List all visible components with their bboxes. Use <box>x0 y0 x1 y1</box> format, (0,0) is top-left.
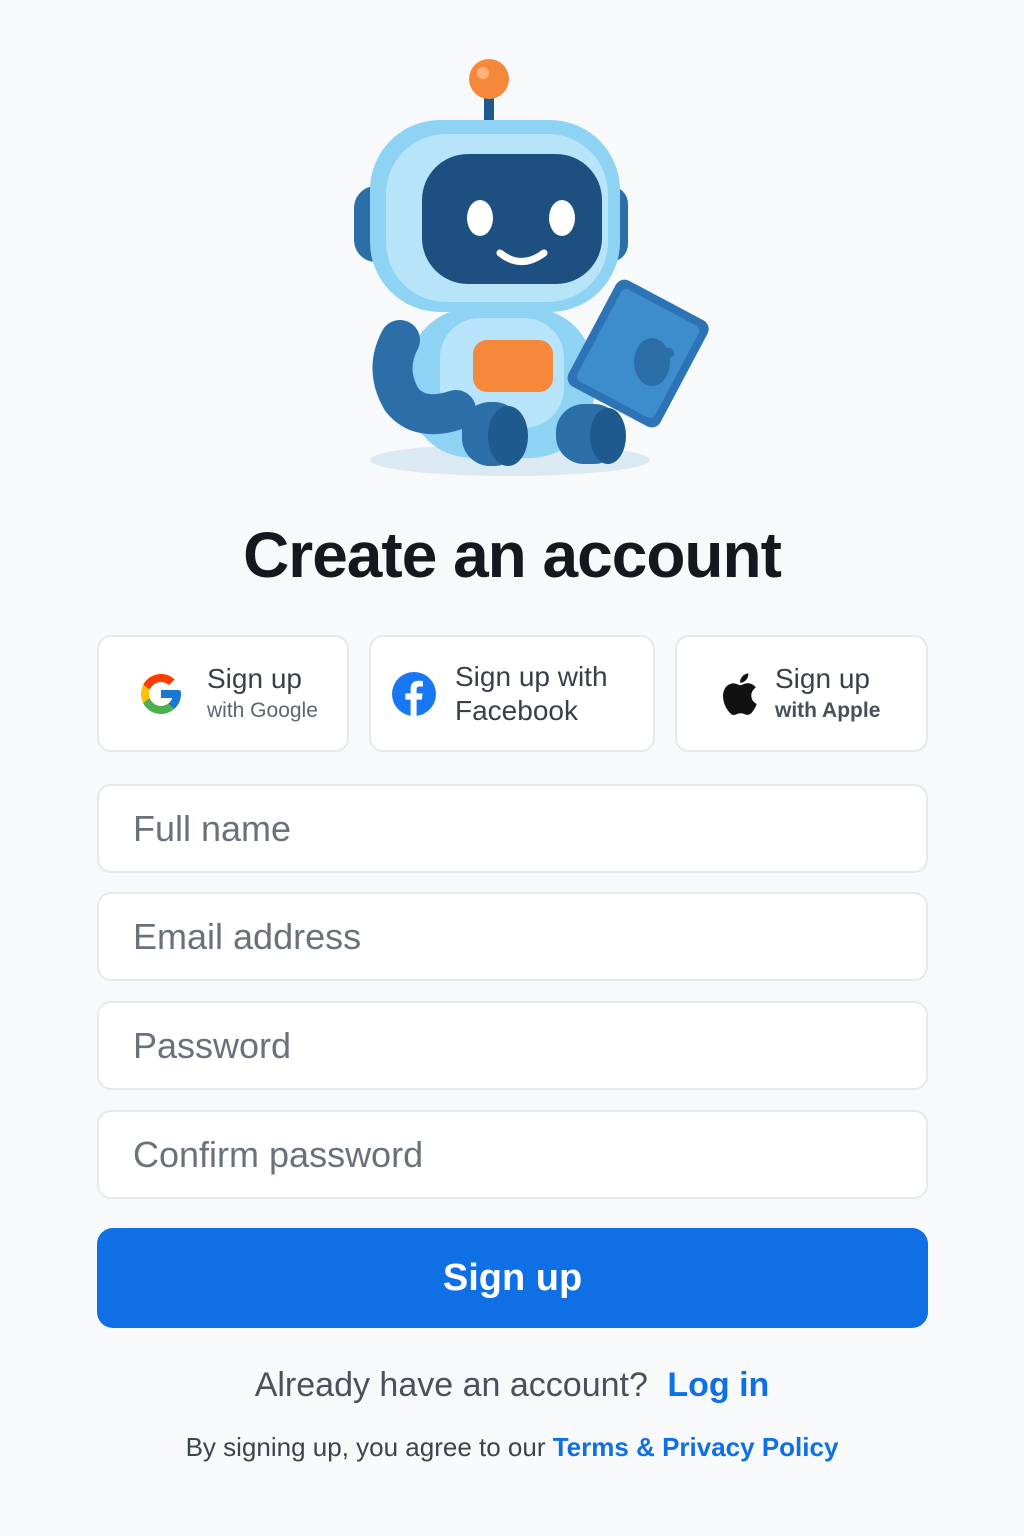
terms-notice: By signing up, you agree to our Terms & … <box>0 1432 1024 1463</box>
login-link[interactable]: Log in <box>667 1366 769 1404</box>
password-input[interactable] <box>97 1001 928 1090</box>
signup-page: Create an account Sign up with Google Si… <box>0 0 1024 1536</box>
facebook-signup-sublabel: Facebook <box>455 694 578 726</box>
terms-privacy-link[interactable]: Terms & Privacy Policy <box>553 1432 839 1462</box>
terms-prefix-text: By signing up, you agree to our <box>185 1432 546 1462</box>
login-prompt-text: Already have an account? <box>254 1366 648 1404</box>
facebook-logo-icon <box>391 671 437 717</box>
google-logo-icon <box>137 670 185 718</box>
login-prompt: Already have an account? Log in <box>0 1366 1024 1405</box>
page-title: Create an account <box>243 519 782 591</box>
facebook-signup-button[interactable]: Sign up with Facebook <box>369 635 655 752</box>
google-signup-button[interactable]: Sign up with Google <box>97 635 349 752</box>
google-signup-sublabel: with Google <box>207 698 318 722</box>
full-name-input[interactable] <box>97 784 928 873</box>
email-input[interactable] <box>97 892 928 981</box>
apple-logo-icon <box>717 670 759 718</box>
signup-submit-button[interactable]: Sign up <box>97 1228 928 1328</box>
apple-signup-button[interactable]: Sign up with Apple <box>675 635 928 752</box>
confirm-password-input[interactable] <box>97 1110 928 1199</box>
facebook-signup-label: Sign up with <box>455 660 608 692</box>
google-signup-label: Sign up <box>207 662 302 694</box>
apple-signup-label: Sign up <box>775 662 870 694</box>
apple-signup-sublabel: with Apple <box>775 698 881 722</box>
robot-mascot-illustration <box>354 59 709 476</box>
